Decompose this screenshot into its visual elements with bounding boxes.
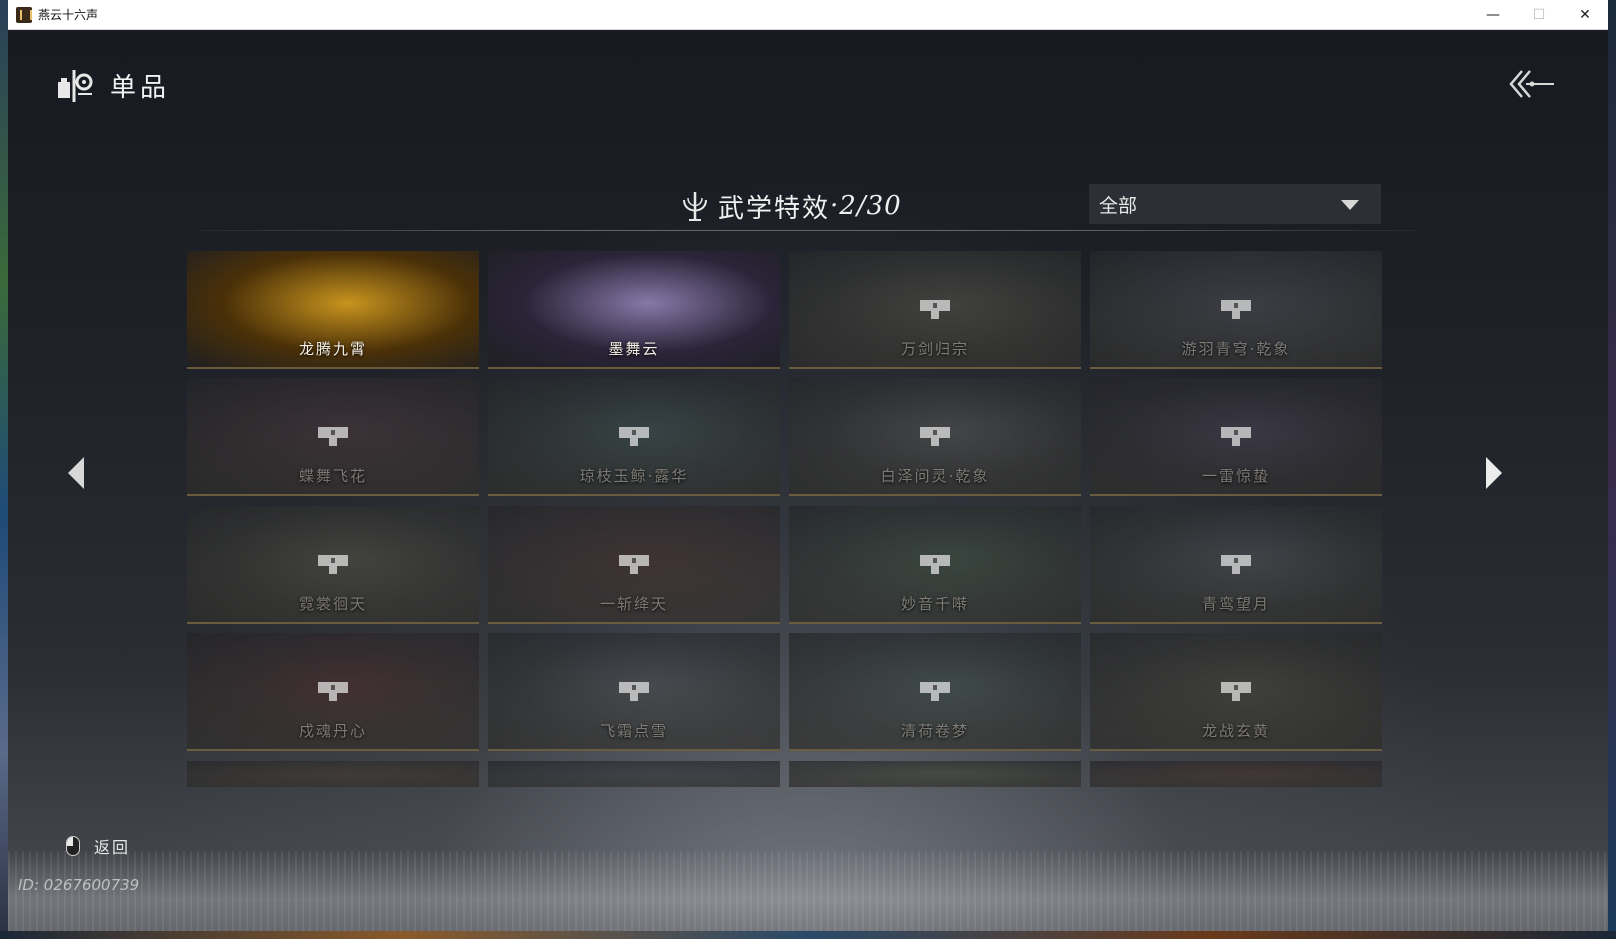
previous-page-arrow-icon[interactable] (68, 457, 84, 489)
next-page-arrow-icon[interactable] (1486, 457, 1502, 489)
game-screen: 单品 武学特效 ·2/30 全部 龙腾九霄 墨舞云 万剑归宗 游羽青穹·乾象蝶舞飞花 琼… (8, 30, 1608, 931)
desktop-background-right (1608, 0, 1616, 939)
effect-card-name: 蝶舞飞花 (298, 467, 367, 485)
window-controls: — ☐ ✕ (1470, 0, 1608, 30)
effect-card[interactable]: 一雷惊蛰 (1090, 378, 1382, 496)
lock-icon (619, 555, 649, 574)
effect-card[interactable]: 龙战玄黄 (1090, 633, 1382, 751)
effect-card-overlay (187, 761, 479, 787)
effect-card[interactable]: 白泽问灵·乾象 (789, 378, 1081, 496)
effect-card-name: 万剑归宗 (900, 340, 969, 358)
effect-card-overlay (1090, 761, 1382, 787)
effect-card[interactable] (488, 761, 780, 787)
effect-card-name: 一斩绛天 (599, 595, 668, 613)
filter-dropdown[interactable]: 全部 (1089, 184, 1381, 224)
filter-selected-value: 全部 (1099, 194, 1138, 217)
effect-card[interactable]: 飞霜点雪 (488, 633, 780, 751)
return-label: 返回 (94, 838, 131, 857)
effect-card-name: 白泽问灵·乾象 (880, 467, 990, 485)
effect-card[interactable]: 清荷卷梦 (789, 633, 1081, 751)
effect-card[interactable]: 戍魂丹心 (187, 633, 479, 751)
minimize-button[interactable]: — (1470, 0, 1516, 30)
background-floor (8, 851, 1608, 931)
desktop-background-left (0, 0, 8, 939)
effect-card[interactable] (187, 761, 479, 787)
return-hint[interactable]: 返回 (66, 834, 130, 858)
close-button[interactable]: ✕ (1562, 0, 1608, 30)
lock-icon (318, 555, 348, 574)
effect-card-name: 墨舞云 (608, 340, 660, 358)
effect-card-overlay (488, 761, 780, 787)
effect-card[interactable] (1090, 761, 1382, 787)
lock-icon (920, 300, 950, 319)
lock-icon (318, 682, 348, 701)
lock-icon (619, 682, 649, 701)
effect-card[interactable]: 墨舞云 (488, 251, 780, 369)
lock-icon (920, 427, 950, 446)
effect-card[interactable]: 霓裳徊天 (187, 506, 479, 624)
effect-card[interactable] (789, 761, 1081, 787)
effect-card-name: 霓裳徊天 (298, 595, 367, 613)
effect-card[interactable]: 琼枝玉鲸·露华 (488, 378, 780, 496)
app-icon (16, 6, 32, 23)
effect-card-name: 琼枝玉鲸·露华 (579, 467, 689, 485)
lock-icon (1221, 427, 1251, 446)
effect-card[interactable]: 万剑归宗 (789, 251, 1081, 369)
mouse-icon (66, 836, 80, 856)
title-bar[interactable]: 燕云十六声 — ☐ ✕ (8, 0, 1608, 30)
effect-card-name: 一雷惊蛰 (1201, 467, 1270, 485)
effects-grid: 龙腾九霄 墨舞云 万剑归宗 游羽青穹·乾象蝶舞飞花 琼枝玉鲸·露华 白泽问灵·乾象 一雷惊蛰… (187, 251, 1382, 816)
section-label: 武学特效 (718, 193, 831, 224)
lock-icon (619, 427, 649, 446)
effect-card-name: 戍魂丹心 (298, 722, 367, 740)
chevron-down-icon (1341, 200, 1359, 210)
page-header: 单品 (56, 66, 170, 104)
lock-icon (920, 555, 950, 574)
effect-card-name: 游羽青穹·乾象 (1181, 340, 1291, 358)
game-window: 燕云十六声 — ☐ ✕ 单品 武学特效 ·2/30 全部 龙腾九霄 墨舞云 万剑… (8, 0, 1608, 931)
effect-card[interactable]: 龙腾九霄 (187, 251, 479, 369)
item-category-icon (58, 70, 93, 102)
window-title: 燕云十六声 (38, 8, 99, 22)
lock-icon (318, 427, 348, 446)
collection-count: ·2/30 (830, 191, 902, 221)
maximize-button[interactable]: ☐ (1516, 0, 1562, 30)
effect-card-name: 飞霜点雪 (599, 722, 668, 740)
effect-card-name: 青鸾望月 (1201, 595, 1270, 613)
effect-card-name: 清荷卷梦 (900, 722, 969, 740)
effect-card[interactable]: 蝶舞飞花 (187, 378, 479, 496)
lock-icon (1221, 682, 1251, 701)
effect-card[interactable]: 青鸾望月 (1090, 506, 1382, 624)
section-heading: 武学特效 ·2/30 (680, 186, 902, 226)
lock-icon (920, 682, 950, 701)
user-id: ID: 0267600739 (18, 876, 140, 894)
martial-arts-icon (683, 192, 707, 221)
page-title: 单品 (110, 72, 171, 103)
effect-card-name: 妙音千啭 (900, 595, 969, 613)
lock-icon (1221, 300, 1251, 319)
effect-card[interactable]: 游羽青穹·乾象 (1090, 251, 1382, 369)
effect-card[interactable]: 一斩绛天 (488, 506, 780, 624)
section-divider (198, 230, 1418, 231)
back-arrow-icon[interactable] (1508, 68, 1556, 100)
lock-icon (1221, 555, 1251, 574)
effect-card-name: 龙战玄黄 (1201, 722, 1270, 740)
desktop-background-bottom (0, 931, 1616, 939)
effect-card-name: 龙腾九霄 (298, 340, 367, 358)
effect-card-overlay (789, 761, 1081, 787)
effect-card[interactable]: 妙音千啭 (789, 506, 1081, 624)
